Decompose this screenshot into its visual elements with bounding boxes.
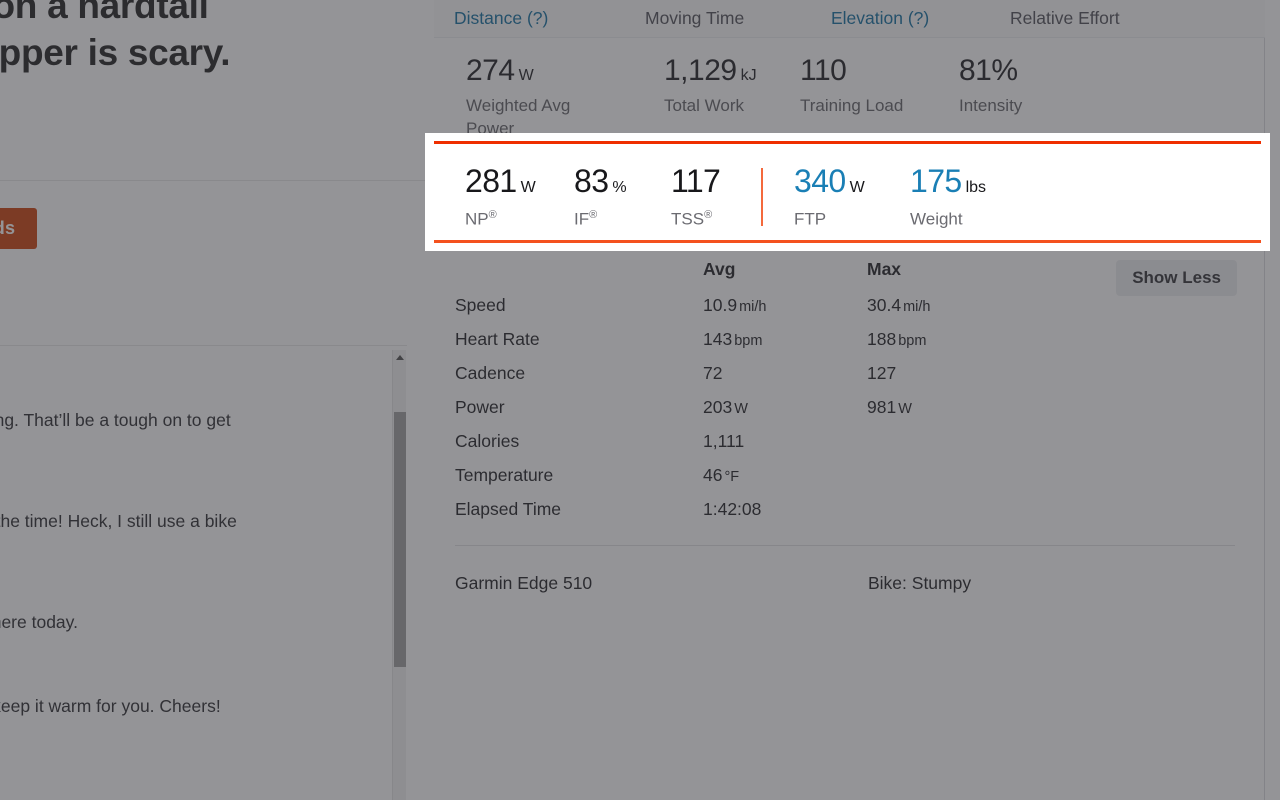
screen-root: ...ch on a hardtail ...dropper is scary.… bbox=[0, 0, 1280, 800]
table-row: Calories 1,111 bbox=[434, 431, 1265, 465]
row-avg: 143bpm bbox=[703, 329, 762, 350]
stat-if: 83% IF® bbox=[574, 165, 627, 230]
row-label: Temperature bbox=[455, 465, 553, 486]
tab-distance[interactable]: Distance (?) bbox=[454, 8, 548, 29]
stat-np: 281W NP® bbox=[465, 165, 536, 230]
row-max: 30.4mi/h bbox=[867, 295, 930, 316]
row-label: Elapsed Time bbox=[455, 499, 561, 520]
row-avg: 10.9mi/h bbox=[703, 295, 766, 316]
show-less-button[interactable]: Show Less bbox=[1116, 260, 1237, 296]
stat-unit: W bbox=[850, 179, 865, 196]
row-avg: 72 bbox=[703, 363, 724, 384]
row-label: Calories bbox=[455, 431, 519, 452]
stat-training-load: 110 Training Load bbox=[800, 56, 920, 118]
stat-unit: % bbox=[612, 179, 626, 196]
chart-tabs: Distance (?) Moving Time Elevation (?) R… bbox=[434, 0, 1265, 38]
stat-label: Intensity bbox=[959, 95, 1079, 118]
tab-moving-time[interactable]: Moving Time bbox=[645, 8, 744, 29]
row-avg: 1,111 bbox=[703, 431, 746, 452]
bike-name: Bike: Stumpy bbox=[868, 573, 971, 594]
list-item: ...you out there today. bbox=[0, 610, 380, 635]
table-row: Heart Rate 143bpm 188bpm bbox=[434, 329, 1265, 363]
row-label: Speed bbox=[455, 295, 506, 316]
stat-unit: kJ bbox=[741, 67, 757, 84]
scrollbar-thumb[interactable] bbox=[394, 412, 406, 667]
stat-label: FTP bbox=[794, 209, 865, 230]
row-max bbox=[867, 499, 869, 520]
stat-label: TSS® bbox=[671, 209, 724, 230]
row-label: Cadence bbox=[455, 363, 525, 384]
stat-unit: lbs bbox=[966, 179, 986, 196]
list-item: ...art climbing. That’ll be a tough on t… bbox=[0, 408, 380, 433]
comments-panel: ...art climbing. That’ll be a tough on t… bbox=[0, 345, 407, 800]
stat-ftp: 340W FTP bbox=[794, 165, 865, 230]
table-row: Temperature 46°F bbox=[434, 465, 1265, 499]
list-item: ...o ride all the time! Heck, I still us… bbox=[0, 509, 380, 534]
table-row: Cadence 72 127 bbox=[434, 363, 1265, 397]
tab-elevation[interactable]: Elevation (?) bbox=[831, 8, 929, 29]
stat-label: Weight bbox=[910, 209, 986, 230]
stat-value: 340 bbox=[794, 163, 846, 199]
page-content: ...ch on a hardtail ...dropper is scary.… bbox=[0, 0, 1280, 800]
divider bbox=[455, 545, 1235, 546]
stat-label: Training Load bbox=[800, 95, 920, 118]
divider bbox=[0, 180, 434, 181]
stat-unit: W bbox=[521, 179, 536, 196]
row-max: 127 bbox=[867, 363, 898, 384]
device-name: Garmin Edge 510 bbox=[455, 573, 592, 594]
stat-value: 83 bbox=[574, 163, 608, 199]
stat-value: 117 bbox=[671, 163, 720, 199]
left-column: ...ch on a hardtail ...dropper is scary.… bbox=[0, 0, 434, 800]
column-header-max: Max bbox=[867, 259, 901, 280]
highlighted-stats-panel: 281W NP® 83% IF® 117 TSS® 340W FTP 175lb… bbox=[425, 133, 1270, 251]
stat-label: Total Work bbox=[664, 95, 784, 118]
stat-value: 175 bbox=[910, 163, 962, 199]
row-label: Heart Rate bbox=[455, 329, 540, 350]
row-max: 188bpm bbox=[867, 329, 926, 350]
row-label: Power bbox=[455, 397, 505, 418]
row-max bbox=[867, 431, 869, 452]
stat-value: 81% bbox=[959, 54, 1018, 87]
row-max: 981W bbox=[867, 397, 912, 418]
row-avg: 46°F bbox=[703, 465, 739, 486]
stat-weighted-avg-power: 274W Weighted Avg Power bbox=[466, 56, 586, 141]
list-item: ...back. I'll keep it warm for you. Chee… bbox=[0, 694, 380, 719]
stat-total-work: 1,129kJ Total Work bbox=[664, 56, 784, 118]
stat-value: 281 bbox=[465, 163, 517, 199]
row-avg: 1:42:08 bbox=[703, 499, 763, 520]
stat-weight: 175lbs Weight bbox=[910, 165, 986, 230]
table-row: Speed 10.9mi/h 30.4mi/h bbox=[434, 295, 1265, 329]
highlight-box: 281W NP® 83% IF® 117 TSS® 340W FTP 175lb… bbox=[434, 141, 1261, 243]
table-row: Power 203W 981W bbox=[434, 397, 1265, 431]
vertical-divider bbox=[761, 168, 763, 226]
row-max bbox=[867, 465, 869, 486]
row-avg: 203W bbox=[703, 397, 748, 418]
comments-scrollbar[interactable] bbox=[392, 350, 406, 800]
tab-relative-effort[interactable]: Relative Effort bbox=[1010, 8, 1120, 29]
add-friends-button[interactable]: Add Friends bbox=[0, 208, 37, 249]
stat-tss: 117 TSS® bbox=[671, 165, 724, 230]
summary-stats-row: 274W Weighted Avg Power 1,129kJ Total Wo… bbox=[434, 46, 1265, 138]
stat-intensity: 81% Intensity bbox=[959, 56, 1079, 118]
stat-value: 1,129 bbox=[664, 54, 737, 87]
activity-detail-card: Distance (?) Moving Time Elevation (?) R… bbox=[434, 0, 1265, 800]
stat-value: 274 bbox=[466, 54, 515, 87]
table-row: Elapsed Time 1:42:08 bbox=[434, 499, 1265, 533]
column-header-avg: Avg bbox=[703, 259, 735, 280]
scroll-up-arrow-icon[interactable] bbox=[393, 350, 407, 364]
post-title: ...ch on a hardtail ...dropper is scary. bbox=[0, 0, 430, 77]
stat-label: NP® bbox=[465, 209, 536, 230]
stat-unit: W bbox=[519, 67, 534, 84]
stat-label: IF® bbox=[574, 209, 627, 230]
stat-value: 110 bbox=[800, 54, 846, 87]
